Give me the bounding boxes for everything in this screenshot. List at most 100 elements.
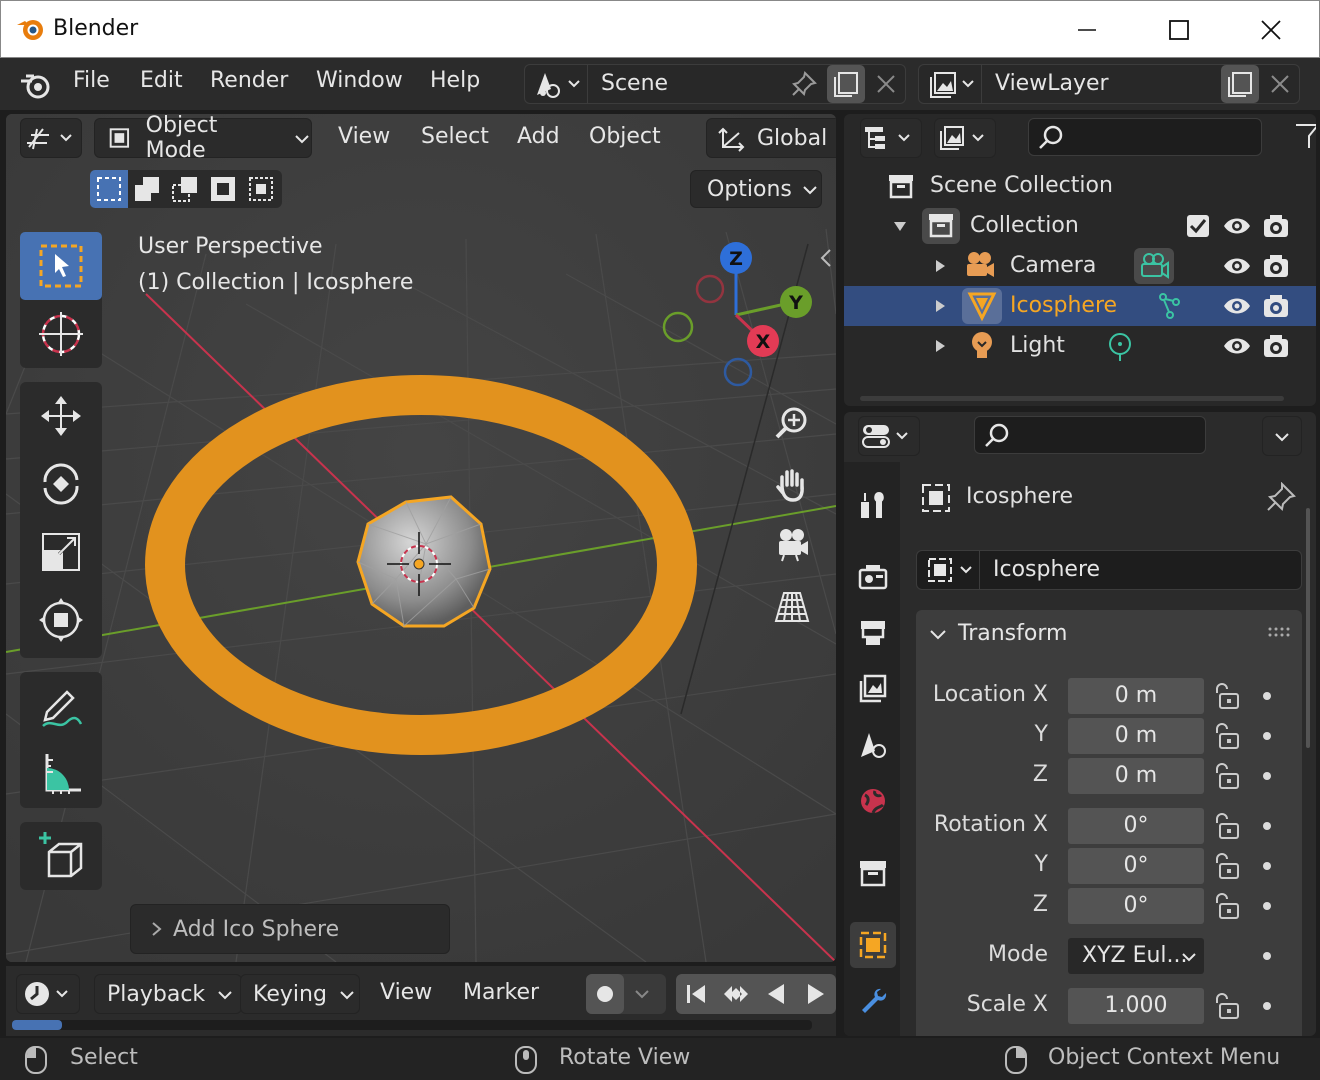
outliner-row-camera[interactable]: Camera [844,246,1316,286]
pin-icon[interactable] [1266,482,1296,512]
add-cube-tool[interactable] [20,822,102,890]
timeline-editor-type-button[interactable] [16,974,80,1014]
select-new-button[interactable] [90,170,128,208]
rotation-x-field[interactable]: 0° [1068,808,1204,844]
keyframe-rotation-x-dot[interactable] [1263,822,1271,830]
tab-view-layer[interactable] [850,666,896,712]
neg-y-axis-handle[interactable] [662,311,694,343]
tab-modifiers[interactable] [850,978,896,1024]
mesh-data-icon[interactable] [1158,292,1182,320]
light-data-icon[interactable] [1106,332,1134,362]
select-invert-button[interactable] [204,170,242,208]
menu-render[interactable]: Render [210,68,288,93]
play-reverse-button[interactable] [756,974,796,1014]
jump-keyframe-button[interactable] [716,974,756,1014]
eye-icon[interactable] [1222,213,1252,239]
outliner-row-collection[interactable]: Collection [844,206,1316,246]
menu-help[interactable]: Help [430,68,480,93]
lock-rotation-z-icon[interactable] [1212,892,1242,922]
menu-file[interactable]: File [73,68,110,93]
select-subtract-button[interactable] [166,170,204,208]
eye-icon[interactable] [1222,253,1252,279]
rotation-mode-dropdown[interactable]: XYZ Eul... [1068,938,1204,974]
filter-icon[interactable] [1294,122,1316,152]
expand-right-icon[interactable] [932,338,948,354]
viewport-menu-select[interactable]: Select [421,124,489,149]
last-operator-panel[interactable]: Add Ico Sphere [130,904,450,954]
properties-options-button[interactable] [1262,416,1302,456]
outliner-editor-type-button[interactable] [860,118,922,158]
properties-scrollbar[interactable] [1306,508,1310,748]
minimize-button[interactable] [1041,1,1133,59]
cursor-tool[interactable] [20,300,102,368]
transform-tool[interactable] [20,586,102,654]
blender-menu-icon[interactable] [18,68,54,108]
tab-object[interactable] [850,922,896,968]
close-button[interactable] [1225,1,1317,59]
pan-button[interactable] [765,458,819,512]
viewport-menu-object[interactable]: Object [589,124,661,149]
outliner-scrollbar[interactable] [860,396,1284,401]
menu-edit[interactable]: Edit [140,68,183,93]
auto-keying-toggle[interactable] [586,974,666,1014]
timeline-scrubber[interactable] [12,1020,812,1030]
properties-editor-type-button[interactable] [858,416,920,456]
viewport-menu-view[interactable]: View [338,124,390,149]
eye-icon[interactable] [1222,333,1252,359]
rotation-y-field[interactable]: 0° [1068,848,1204,884]
transform-panel-title[interactable]: Transform [958,621,1067,646]
play-button[interactable] [796,974,836,1014]
lock-rotation-x-icon[interactable] [1212,812,1242,842]
outliner-row-light[interactable]: Light [844,326,1316,366]
transform-orientation-selector[interactable]: Global [706,118,836,158]
timeline-menu-view[interactable]: View [380,980,432,1005]
eye-icon[interactable] [1222,293,1252,319]
keyframe-location-z-dot[interactable] [1263,772,1271,780]
lock-location-x-icon[interactable] [1212,682,1242,712]
zoom-button[interactable] [765,396,819,450]
menu-window[interactable]: Window [316,68,403,93]
keyframe-mode-dot[interactable] [1263,952,1271,960]
select-extend-button[interactable] [128,170,166,208]
3d-viewport[interactable]: Object Mode View Select Add Object Globa… [6,114,836,962]
navigation-gizmo[interactable]: Z Y X [656,240,826,390]
move-tool[interactable] [20,382,102,450]
annotate-tool[interactable] [20,672,102,740]
tab-tool[interactable] [850,482,896,528]
timeline-menu-marker[interactable]: Marker [463,980,539,1005]
tab-render[interactable] [850,554,896,600]
location-z-field[interactable]: 0 m [1068,758,1204,794]
camera-data-button[interactable] [1134,248,1174,284]
perspective-toggle-button[interactable] [765,580,819,634]
render-camera-icon[interactable] [1262,252,1290,280]
remove-viewlayer-icon[interactable] [1269,73,1291,101]
keyframe-location-x-dot[interactable] [1263,692,1271,700]
measure-tool[interactable] [20,740,102,808]
scene-selector[interactable]: Scene [524,64,906,104]
sidebar-toggle-icon[interactable] [818,246,834,270]
render-camera-icon[interactable] [1262,332,1290,360]
neg-z-axis-handle[interactable] [723,357,753,387]
scale-x-field[interactable]: 1.000 [1068,988,1204,1024]
scale-tool[interactable] [20,518,102,586]
pin-icon[interactable] [791,71,817,103]
keyframe-rotation-y-dot[interactable] [1263,862,1271,870]
editor-type-button[interactable] [20,118,82,158]
render-camera-icon[interactable] [1262,292,1290,320]
object-name-field[interactable]: Icosphere [916,550,1302,590]
tab-scene[interactable] [850,722,896,768]
expand-right-icon[interactable] [932,258,948,274]
keyframe-location-y-dot[interactable] [1263,732,1271,740]
new-scene-button[interactable] [827,65,865,103]
keying-menu[interactable]: Keying [240,974,360,1014]
tab-output[interactable] [850,610,896,656]
select-intersect-button[interactable] [242,170,280,208]
expand-down-icon[interactable] [892,218,908,234]
options-button[interactable]: Options [690,170,822,208]
display-mode-button[interactable] [934,118,996,158]
render-camera-icon[interactable] [1262,212,1290,240]
rotation-z-field[interactable]: 0° [1068,888,1204,924]
viewlayer-selector[interactable]: ViewLayer [918,64,1300,104]
remove-scene-icon[interactable] [875,73,897,101]
lock-rotation-y-icon[interactable] [1212,852,1242,882]
